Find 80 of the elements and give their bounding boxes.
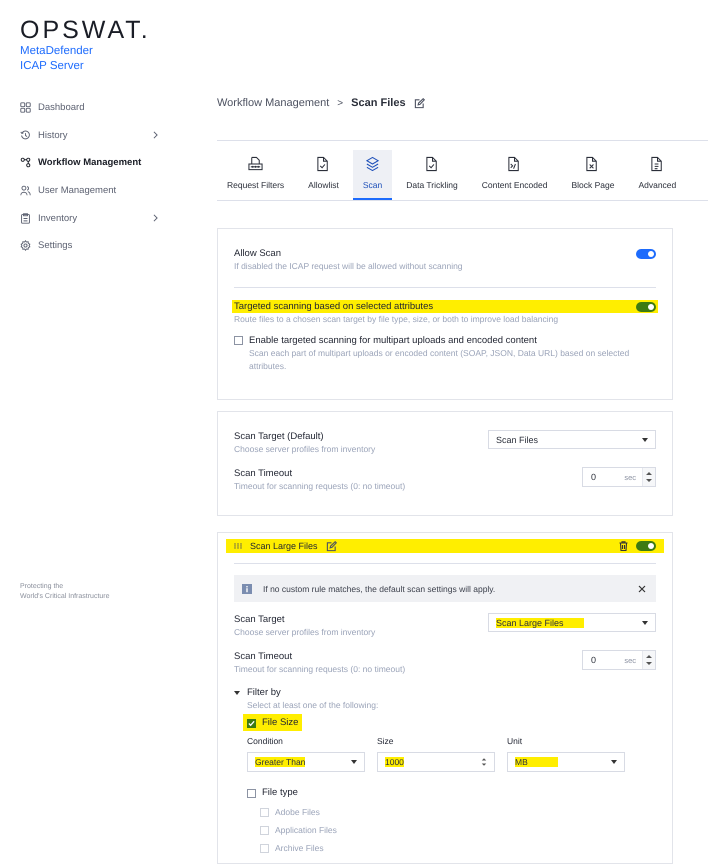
caret-icon: [351, 760, 357, 764]
breadcrumb-link[interactable]: Workflow Management: [217, 97, 330, 109]
checkbox[interactable]: [247, 719, 256, 728]
tab[interactable]: Allowlist: [298, 150, 349, 200]
breadcrumb-current: Scan Files: [351, 97, 406, 109]
tab[interactable]: Scan: [352, 150, 392, 200]
product-name: MetaDefender: [20, 44, 94, 59]
spinner-icon[interactable]: [642, 468, 655, 486]
checkbox-label: Enable targeted scanning for multipart uploads and encoded content: [249, 334, 538, 347]
sidebar-item[interactable]: History: [20, 122, 158, 150]
setting-label: Scan Timeout: [234, 467, 294, 480]
column-header: Unit: [507, 736, 524, 746]
edit-icon[interactable]: [414, 98, 425, 108]
caret-icon: [611, 760, 617, 764]
toggle-switch[interactable]: [636, 541, 656, 551]
layers-icon: [365, 156, 380, 172]
sidebar-item[interactable]: Settings: [20, 232, 158, 260]
workflow-icon: [20, 157, 31, 168]
setting-description: Timeout for scanning requests (0: no timeout): [234, 663, 406, 676]
close-icon[interactable]: [638, 584, 646, 592]
setting-description: Choose server profiles from inventory: [234, 626, 376, 639]
setting-label: Targeted scanning based on selected attributes: [234, 300, 434, 313]
setting-label: Scan Target (Default): [234, 430, 325, 443]
tab[interactable]: Request Filters: [217, 150, 294, 200]
column-header: Condition: [247, 736, 284, 746]
caret-icon: [642, 620, 648, 624]
trash-icon[interactable]: [619, 541, 628, 551]
sidebar-item[interactable]: Dashboard: [20, 94, 158, 122]
checkbox[interactable]: [234, 336, 243, 345]
checkbox[interactable]: [247, 789, 256, 798]
caret-icon: [642, 438, 648, 442]
breadcrumb-separator: >: [337, 98, 344, 108]
checkbox-label: Archive Files: [275, 842, 324, 852]
column-header: Size: [377, 736, 395, 746]
setting-description: Choose server profiles from inventory: [234, 443, 376, 456]
collapse-triangle-icon[interactable]: [234, 690, 240, 694]
clipboard-icon: [20, 212, 31, 224]
scan-target-dropdown[interactable]: Scan Large Files: [488, 613, 656, 632]
setting-description: If disabled the ICAP request will be allowed without scanning: [234, 260, 464, 273]
tab[interactable]: Advanced: [628, 150, 686, 200]
spinner-icon[interactable]: [481, 756, 487, 768]
info-message: If no custom rule matches, the default scan settings will apply.: [263, 584, 496, 594]
info-icon: [242, 584, 252, 594]
rule-name: Scan Large Files: [250, 541, 318, 551]
settings-icon: [20, 240, 31, 252]
toggle-switch[interactable]: [636, 302, 656, 312]
logo: OPSWAT.: [20, 16, 152, 44]
grid-icon: [20, 102, 31, 114]
condition-dropdown[interactable]: Greater Than: [247, 752, 365, 772]
toggle-switch[interactable]: [636, 248, 656, 258]
section-label: Filter by: [247, 686, 281, 699]
tab[interactable]: Data Trickling: [396, 150, 468, 200]
sidebar-item[interactable]: Inventory: [20, 204, 158, 232]
filter-hint: Select at least one of the following:: [247, 699, 380, 712]
drag-handle-icon[interactable]: [234, 543, 242, 549]
size-field[interactable]: 1000: [377, 752, 495, 772]
setting-description: Route files to a chosen scan target by file type, size, or both to improve load balancing: [234, 313, 560, 326]
edit-icon[interactable]: [326, 540, 337, 552]
setting-label: Allow Scan: [234, 247, 281, 260]
setting-description: Scan each part of multipart uploads or encoded content (SOAP, JSON, Data URL) based on selected attributes.: [249, 347, 630, 373]
document-lines-icon: [650, 156, 665, 172]
setting-label: Scan Target: [234, 613, 286, 626]
unit-dropdown[interactable]: MB: [507, 752, 625, 772]
checkbox-label: Adobe Files: [275, 806, 320, 816]
sidebar-item[interactable]: User Management: [20, 176, 158, 204]
history-icon: [20, 130, 31, 141]
checkbox-label: File type: [262, 786, 298, 799]
product-name: ICAP Server: [20, 59, 85, 74]
document-check-icon: [424, 156, 440, 172]
setting-description: Timeout for scanning requests (0: no timeout): [234, 480, 406, 493]
checkbox-label: Application Files: [275, 824, 337, 834]
spinner-icon[interactable]: [642, 651, 655, 669]
setting-label: Scan Timeout: [234, 650, 294, 663]
users-icon: [20, 185, 31, 196]
tab[interactable]: Block Page: [561, 150, 624, 200]
tab[interactable]: Content Encoded: [472, 150, 558, 200]
checkbox-label: File Size: [262, 716, 298, 729]
filter-document-icon: [248, 156, 264, 172]
sidebar-item[interactable]: Workflow Management: [20, 149, 158, 177]
scan-target-dropdown[interactable]: Scan Files: [488, 430, 656, 449]
